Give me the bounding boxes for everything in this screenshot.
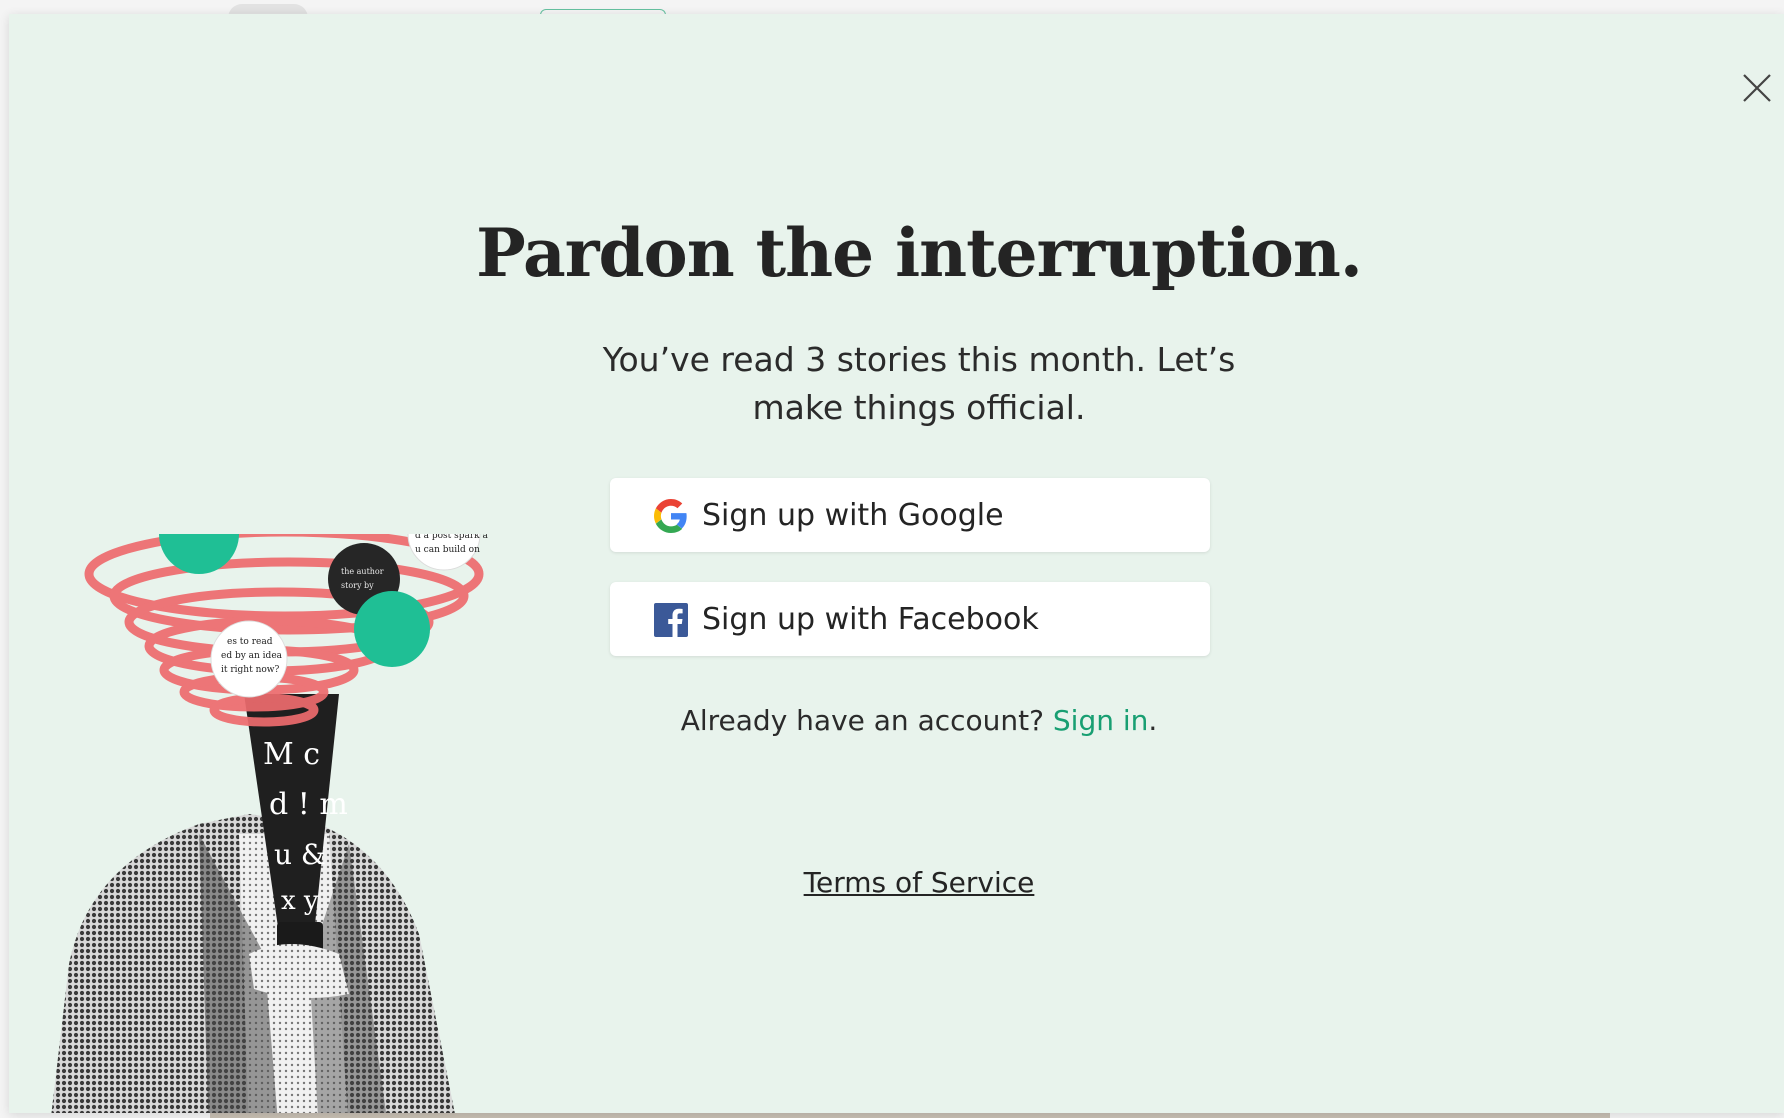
- svg-text:story by: story by: [341, 581, 374, 590]
- svg-text:u can build on: u can build on: [415, 545, 480, 555]
- modal-subtitle: You’ve read 3 stories this month. Let’s …: [602, 340, 1236, 427]
- svg-text:u &: u &: [274, 838, 326, 871]
- svg-text:ed by an idea: ed by an idea: [221, 651, 283, 661]
- facebook-icon: [654, 603, 688, 637]
- facebook-signup-button[interactable]: Sign up with Facebook: [610, 582, 1210, 656]
- signup-modal: Pardon the interruption. You’ve read 3 s…: [9, 14, 1784, 1113]
- terms-of-service-link[interactable]: Terms of Service: [804, 866, 1035, 899]
- google-icon: [654, 499, 687, 533]
- modal-title: Pardon the interruption.: [476, 214, 1363, 292]
- tornado-head-illustration: M c d ! m u & x y tinue the co d a post …: [51, 534, 488, 1113]
- signin-prompt-text: Already have an account?: [680, 704, 1053, 737]
- close-button[interactable]: [1735, 66, 1779, 110]
- google-signup-button[interactable]: Sign up with Google: [610, 478, 1210, 552]
- svg-text:the author: the author: [341, 567, 384, 576]
- svg-text:it right now?: it right now?: [221, 665, 279, 675]
- close-icon: [1743, 74, 1771, 102]
- facebook-button-label: Sign up with Facebook: [702, 602, 1039, 637]
- svg-text:es to read: es to read: [227, 637, 273, 647]
- svg-text:x y: x y: [281, 886, 319, 916]
- svg-text:d a post spark a: d a post spark a: [415, 534, 488, 541]
- svg-text:d ! m: d ! m: [269, 787, 348, 822]
- svg-text:M c: M c: [263, 737, 320, 772]
- google-button-label: Sign up with Google: [702, 498, 1004, 533]
- signin-period: .: [1148, 704, 1158, 737]
- signin-link[interactable]: Sign in: [1053, 704, 1149, 737]
